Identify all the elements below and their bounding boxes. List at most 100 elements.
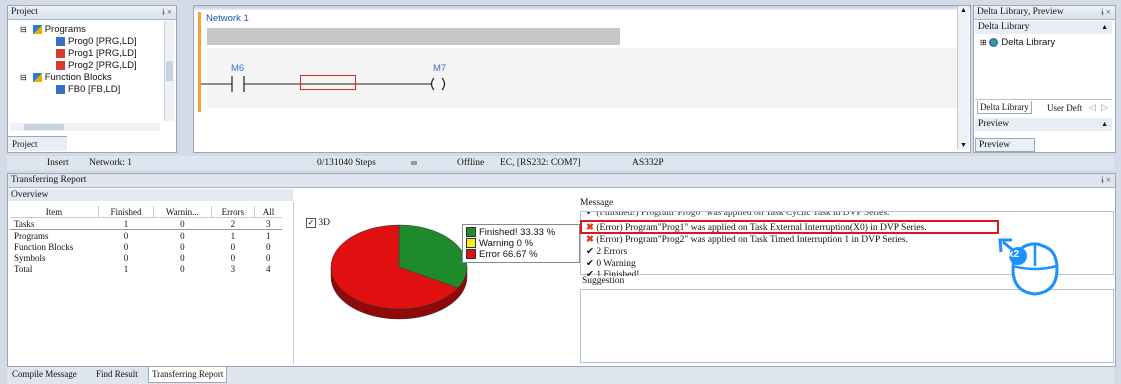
ladder-editor[interactable]: Network 1 M6 M7 [193, 5, 971, 153]
table-cell: 0 [123, 252, 129, 263]
table-row[interactable]: Symbols 0 0 0 0 [10, 252, 282, 263]
tree-item-prog0[interactable]: Prog0 [PRG,LD] [56, 36, 137, 47]
library-tree-item[interactable]: ⊞ Delta Library [980, 37, 1055, 48]
project-panel-title-text: Project [11, 7, 38, 17]
suggestion-header: Suggestion [582, 276, 625, 286]
table-cell: 0 [180, 263, 185, 274]
legend-swatch-finished [466, 227, 476, 238]
tree-item-label: FB0 [FB,LD] [68, 84, 121, 95]
ld-fb-icon [56, 84, 65, 94]
folder-programs-icon [32, 24, 42, 34]
library-panel: Delta Library, Preview ɨ × Delta Library… [973, 5, 1116, 153]
table-row[interactable]: Programs 0 0 1 1 [10, 230, 282, 242]
status-bar: Insert Network: 1 0/131040 Steps Offline… [7, 156, 1114, 170]
tab-delta-library[interactable]: Delta Library [977, 101, 1032, 114]
chevron-up-icon: ▲ [1101, 23, 1108, 31]
library-dropdown-label: Delta Library [978, 22, 1030, 32]
status-steps: 0/131040 Steps [317, 158, 376, 168]
tree-item-prog2[interactable]: Prog2 [PRG,LD] [56, 60, 137, 71]
tree-item-prog1[interactable]: Prog1 [PRG,LD] [56, 48, 137, 59]
table-cell: 0 [180, 252, 185, 263]
table-cell: 0 [180, 230, 185, 241]
library-panel-title-text: Delta Library, Preview [977, 7, 1064, 17]
library-panel-close-button[interactable]: ɨ × [1101, 6, 1111, 19]
column-header[interactable]: Item [10, 206, 99, 218]
table-cell: 0 [123, 241, 129, 252]
tab-find-result[interactable]: Find Result [93, 367, 141, 382]
tree-item-label: Programs [44, 24, 86, 35]
tab-user-defined[interactable]: User Deft [1047, 102, 1082, 114]
table-cell: 1 [265, 230, 271, 241]
tree-item-fb0[interactable]: FB0 [FB,LD] [56, 84, 120, 95]
highlight-box [580, 220, 999, 234]
tree-item-label: Prog2 [PRG,LD] [68, 60, 137, 71]
table-cell: Total [14, 263, 33, 274]
legend-item-error: Error 66.67 % [466, 249, 576, 260]
report-panel-close-button[interactable]: ɨ × [1101, 174, 1111, 187]
project-tree-hscrollbar[interactable] [10, 123, 160, 131]
status-offline: Offline [457, 158, 485, 168]
tree-item-function-blocks[interactable]: ⊟ Function Blocks [20, 72, 112, 83]
library-tree-item-label: Delta Library [1001, 37, 1056, 48]
double-click-callout [998, 238, 1059, 296]
legend-label: Finished! 33.33 % [479, 227, 556, 238]
message-item[interactable]: ✔ 2 Errors [586, 246, 627, 257]
ld-program-icon [56, 36, 65, 46]
tree-item-label: Function Blocks [44, 72, 112, 83]
tab-scroll-left-icon[interactable]: ◁ [1089, 102, 1096, 113]
legend-swatch-error [466, 249, 476, 260]
table-cell: 2 [230, 218, 236, 229]
table-row[interactable]: Function Blocks 0 0 0 0 [10, 241, 282, 252]
project-tab[interactable]: Project [8, 136, 67, 151]
tree-item-programs[interactable]: ⊟ Programs [20, 24, 86, 35]
table-row[interactable]: Tasks 1 0 2 3 [10, 217, 282, 230]
table-cell: 0 [265, 252, 271, 263]
legend-item-finished: Finished! 33.33 % [466, 227, 576, 238]
preview-tab[interactable]: Preview [975, 138, 1035, 152]
tree-item-label: Prog0 [PRG,LD] [68, 36, 137, 47]
editor-vscrollbar[interactable]: ▲ ▼ [957, 6, 969, 149]
tab-scroll-right-icon[interactable]: ▷ [1101, 102, 1108, 113]
ld-program-error-icon [56, 48, 65, 58]
column-header[interactable]: All [254, 206, 282, 218]
project-panel: Project ɨ × ⊟ Programs Prog0 [PRG,LD] Pro… [7, 5, 177, 153]
message-item[interactable]: ✔ 0 Warning [586, 258, 636, 269]
table-cell: Function Blocks [14, 241, 74, 252]
legend-label: Warning 0 % [479, 238, 534, 249]
legend-item-warning: Warning 0 % [466, 238, 576, 249]
error-x-icon: ✖ [586, 235, 594, 245]
table-cell: 1 [123, 263, 129, 274]
table-cell: 0 [123, 230, 129, 241]
tab-transferring-report[interactable]: Transferring Report [148, 367, 228, 383]
table-cell: Symbols [14, 252, 46, 263]
library-dropdown[interactable]: Delta Library ▲ [975, 21, 1112, 34]
table-row[interactable]: Total 1 0 3 4 [10, 263, 282, 274]
legend-swatch-warning [466, 238, 476, 249]
pie-chart [330, 224, 468, 320]
message-item[interactable]: ✖ (Error) Program"Prog2" was applied on … [586, 234, 908, 245]
chart-area: ✓ 3D Finished! 33.33 % Warning 0 % Error… [293, 202, 581, 364]
message-text: (Error) Program"Prog2" was applied on Ta… [596, 235, 908, 245]
coil-label-m7: M7 [433, 63, 447, 74]
double-click-badge: x2 [1008, 249, 1020, 260]
tab-compile-message[interactable]: Compile Message [9, 367, 80, 382]
legend-label: Error 66.67 % [479, 249, 538, 260]
column-header[interactable]: Finished [98, 206, 154, 218]
message-text: 2 Errors [596, 247, 628, 257]
table-cell: 0 [265, 241, 271, 252]
folder-fb-icon [32, 72, 42, 82]
overview-header: Overview [8, 189, 293, 201]
column-header[interactable]: Warnin... [153, 206, 212, 218]
table-cell: Tasks [14, 218, 35, 229]
selected-cell-cursor[interactable] [300, 75, 356, 90]
project-tree-vscrollbar[interactable] [164, 21, 174, 121]
report-panel-title: Transferring Report ɨ × [8, 174, 1115, 188]
tree-item-label: Prog1 [PRG,LD] [68, 48, 137, 59]
ld-program-error-icon [56, 60, 65, 70]
pie-legend: Finished! 33.33 % Warning 0 % Error 66.6… [462, 224, 580, 263]
table-cell: 1 [123, 218, 129, 229]
column-header[interactable]: Errors [211, 206, 255, 218]
project-panel-close-button[interactable]: ɨ × [162, 6, 172, 19]
preview-dropdown[interactable]: Preview ▲ [975, 118, 1112, 131]
checkbox-checked-icon: ✓ [306, 218, 316, 228]
